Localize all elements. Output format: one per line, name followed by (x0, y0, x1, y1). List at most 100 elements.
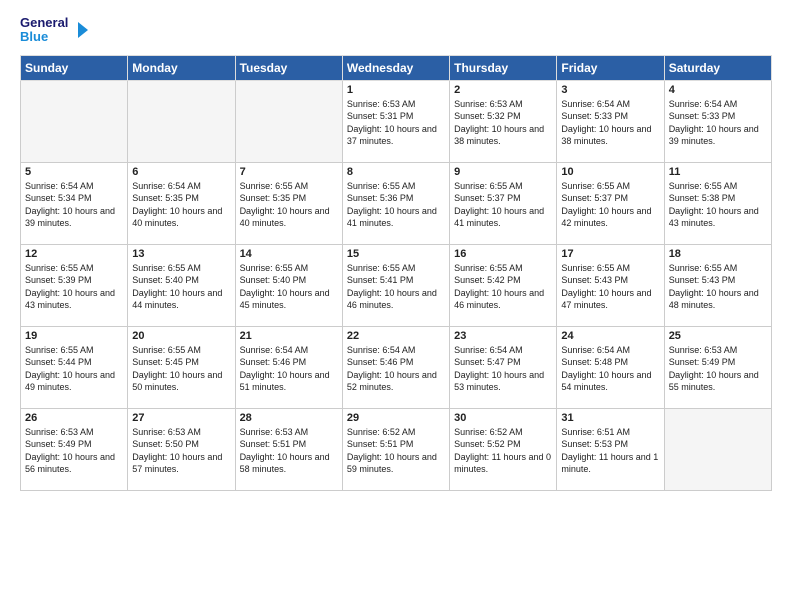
day-number: 20 (132, 330, 230, 342)
calendar-cell: 8 Sunrise: 6:55 AMSunset: 5:36 PMDaylight… (342, 162, 449, 244)
day-number: 30 (454, 412, 552, 424)
day-number: 5 (25, 166, 123, 178)
day-info: Sunrise: 6:53 AMSunset: 5:32 PMDaylight:… (454, 98, 552, 148)
day-info: Sunrise: 6:54 AMSunset: 5:47 PMDaylight:… (454, 344, 552, 394)
weekday-header-thursday: Thursday (450, 55, 557, 80)
day-info: Sunrise: 6:55 AMSunset: 5:37 PMDaylight:… (561, 180, 659, 230)
day-number: 17 (561, 248, 659, 260)
calendar-cell: 11 Sunrise: 6:55 AMSunset: 5:38 PMDayligh… (664, 162, 771, 244)
day-number: 24 (561, 330, 659, 342)
logo: General Blue (20, 16, 90, 45)
calendar-cell: 25Sunrise: 6:53 AMSunset: 5:49 PMDayligh… (664, 326, 771, 408)
day-info: Sunrise: 6:55 AMSunset: 5:35 PMDaylight:… (240, 180, 338, 230)
weekday-header-tuesday: Tuesday (235, 55, 342, 80)
day-info: Sunrise: 6:55 AMSunset: 5:40 PMDaylight:… (132, 262, 230, 312)
calendar-cell: 30 Sunrise: 6:52 AMSunset: 5:52 PMDayligh… (450, 408, 557, 490)
day-number: 29 (347, 412, 445, 424)
day-number: 11 (669, 166, 767, 178)
day-number: 1 (347, 84, 445, 96)
day-info: Sunrise: 6:53 AMSunset: 5:49 PMDaylight:… (25, 426, 123, 476)
weekday-header-row: SundayMondayTuesdayWednesdayThursdayFrid… (21, 55, 772, 80)
calendar-cell: 5 Sunrise: 6:54 AMSunset: 5:34 PMDaylight… (21, 162, 128, 244)
day-info: Sunrise: 6:54 AMSunset: 5:34 PMDaylight:… (25, 180, 123, 230)
day-info: Sunrise: 6:55 AMSunset: 5:42 PMDaylight:… (454, 262, 552, 312)
day-number: 15 (347, 248, 445, 260)
day-number: 3 (561, 84, 659, 96)
calendar-cell: 23 Sunrise: 6:54 AMSunset: 5:47 PMDayligh… (450, 326, 557, 408)
calendar-cell: 13 Sunrise: 6:55 AMSunset: 5:40 PMDayligh… (128, 244, 235, 326)
day-info: Sunrise: 6:55 AMSunset: 5:40 PMDaylight:… (240, 262, 338, 312)
calendar-cell: 26 Sunrise: 6:53 AMSunset: 5:49 PMDayligh… (21, 408, 128, 490)
day-info: Sunrise: 6:54 AMSunset: 5:33 PMDaylight:… (669, 98, 767, 148)
calendar-cell: 7 Sunrise: 6:55 AMSunset: 5:35 PMDaylight… (235, 162, 342, 244)
calendar-cell (235, 80, 342, 162)
day-number: 7 (240, 166, 338, 178)
day-info: Sunrise: 6:55 AMSunset: 5:36 PMDaylight:… (347, 180, 445, 230)
day-info: Sunrise: 6:53 AMSunset: 5:50 PMDaylight:… (132, 426, 230, 476)
calendar-week-4: 19 Sunrise: 6:55 AMSunset: 5:44 PMDayligh… (21, 326, 772, 408)
calendar-cell: 16 Sunrise: 6:55 AMSunset: 5:42 PMDayligh… (450, 244, 557, 326)
day-number: 23 (454, 330, 552, 342)
day-number: 6 (132, 166, 230, 178)
weekday-header-friday: Friday (557, 55, 664, 80)
day-info: Sunrise: 6:55 AMSunset: 5:39 PMDaylight:… (25, 262, 123, 312)
calendar-cell: 15 Sunrise: 6:55 AMSunset: 5:41 PMDayligh… (342, 244, 449, 326)
day-number: 8 (347, 166, 445, 178)
calendar-cell: 10 Sunrise: 6:55 AMSunset: 5:37 PMDayligh… (557, 162, 664, 244)
calendar-cell (21, 80, 128, 162)
logo-blue: Blue (20, 30, 68, 44)
day-number: 9 (454, 166, 552, 178)
calendar-cell: 1 Sunrise: 6:53 AMSunset: 5:31 PMDaylight… (342, 80, 449, 162)
day-info: Sunrise: 6:53 AMSunset: 5:51 PMDaylight:… (240, 426, 338, 476)
calendar-cell: 9 Sunrise: 6:55 AMSunset: 5:37 PMDaylight… (450, 162, 557, 244)
calendar-cell: 12Sunrise: 6:55 AMSunset: 5:39 PMDayligh… (21, 244, 128, 326)
calendar-cell: 20 Sunrise: 6:55 AMSunset: 5:45 PMDayligh… (128, 326, 235, 408)
day-number: 10 (561, 166, 659, 178)
day-number: 18 (669, 248, 767, 260)
day-info: Sunrise: 6:51 AMSunset: 5:53 PMDaylight:… (561, 426, 659, 476)
day-number: 26 (25, 412, 123, 424)
logo-chevron-icon (70, 20, 90, 40)
day-number: 21 (240, 330, 338, 342)
day-number: 22 (347, 330, 445, 342)
calendar-cell: 2Sunrise: 6:53 AMSunset: 5:32 PMDaylight… (450, 80, 557, 162)
page: General Blue SundayMondayTuesdayWednesda… (0, 0, 792, 612)
calendar-cell: 17 Sunrise: 6:55 AMSunset: 5:43 PMDayligh… (557, 244, 664, 326)
calendar-cell: 29Sunrise: 6:52 AMSunset: 5:51 PMDayligh… (342, 408, 449, 490)
day-info: Sunrise: 6:54 AMSunset: 5:35 PMDaylight:… (132, 180, 230, 230)
calendar-cell (664, 408, 771, 490)
day-number: 19 (25, 330, 123, 342)
day-info: Sunrise: 6:52 AMSunset: 5:52 PMDaylight:… (454, 426, 552, 476)
day-info: Sunrise: 6:53 AMSunset: 5:31 PMDaylight:… (347, 98, 445, 148)
day-number: 31 (561, 412, 659, 424)
day-info: Sunrise: 6:54 AMSunset: 5:46 PMDaylight:… (240, 344, 338, 394)
calendar-cell: 4Sunrise: 6:54 AMSunset: 5:33 PMDaylight… (664, 80, 771, 162)
calendar-table: SundayMondayTuesdayWednesdayThursdayFrid… (20, 55, 772, 491)
calendar-cell: 6 Sunrise: 6:54 AMSunset: 5:35 PMDaylight… (128, 162, 235, 244)
day-info: Sunrise: 6:55 AMSunset: 5:37 PMDaylight:… (454, 180, 552, 230)
calendar-cell: 21 Sunrise: 6:54 AMSunset: 5:46 PMDayligh… (235, 326, 342, 408)
day-number: 27 (132, 412, 230, 424)
day-number: 14 (240, 248, 338, 260)
day-info: Sunrise: 6:53 AMSunset: 5:49 PMDaylight:… (669, 344, 767, 394)
calendar-cell: 14 Sunrise: 6:55 AMSunset: 5:40 PMDayligh… (235, 244, 342, 326)
calendar-week-3: 12Sunrise: 6:55 AMSunset: 5:39 PMDayligh… (21, 244, 772, 326)
day-info: Sunrise: 6:55 AMSunset: 5:45 PMDaylight:… (132, 344, 230, 394)
calendar-cell: 28 Sunrise: 6:53 AMSunset: 5:51 PMDayligh… (235, 408, 342, 490)
day-number: 13 (132, 248, 230, 260)
day-info: Sunrise: 6:54 AMSunset: 5:46 PMDaylight:… (347, 344, 445, 394)
day-info: Sunrise: 6:55 AMSunset: 5:41 PMDaylight:… (347, 262, 445, 312)
weekday-header-saturday: Saturday (664, 55, 771, 80)
calendar-cell: 3 Sunrise: 6:54 AMSunset: 5:33 PMDaylight… (557, 80, 664, 162)
day-info: Sunrise: 6:55 AMSunset: 5:44 PMDaylight:… (25, 344, 123, 394)
day-info: Sunrise: 6:55 AMSunset: 5:43 PMDaylight:… (561, 262, 659, 312)
day-number: 28 (240, 412, 338, 424)
calendar-week-5: 26 Sunrise: 6:53 AMSunset: 5:49 PMDayligh… (21, 408, 772, 490)
weekday-header-wednesday: Wednesday (342, 55, 449, 80)
calendar-week-1: 1 Sunrise: 6:53 AMSunset: 5:31 PMDaylight… (21, 80, 772, 162)
day-info: Sunrise: 6:54 AMSunset: 5:33 PMDaylight:… (561, 98, 659, 148)
calendar-cell: 19 Sunrise: 6:55 AMSunset: 5:44 PMDayligh… (21, 326, 128, 408)
calendar-cell: 18Sunrise: 6:55 AMSunset: 5:43 PMDayligh… (664, 244, 771, 326)
day-info: Sunrise: 6:55 AMSunset: 5:38 PMDaylight:… (669, 180, 767, 230)
day-number: 16 (454, 248, 552, 260)
